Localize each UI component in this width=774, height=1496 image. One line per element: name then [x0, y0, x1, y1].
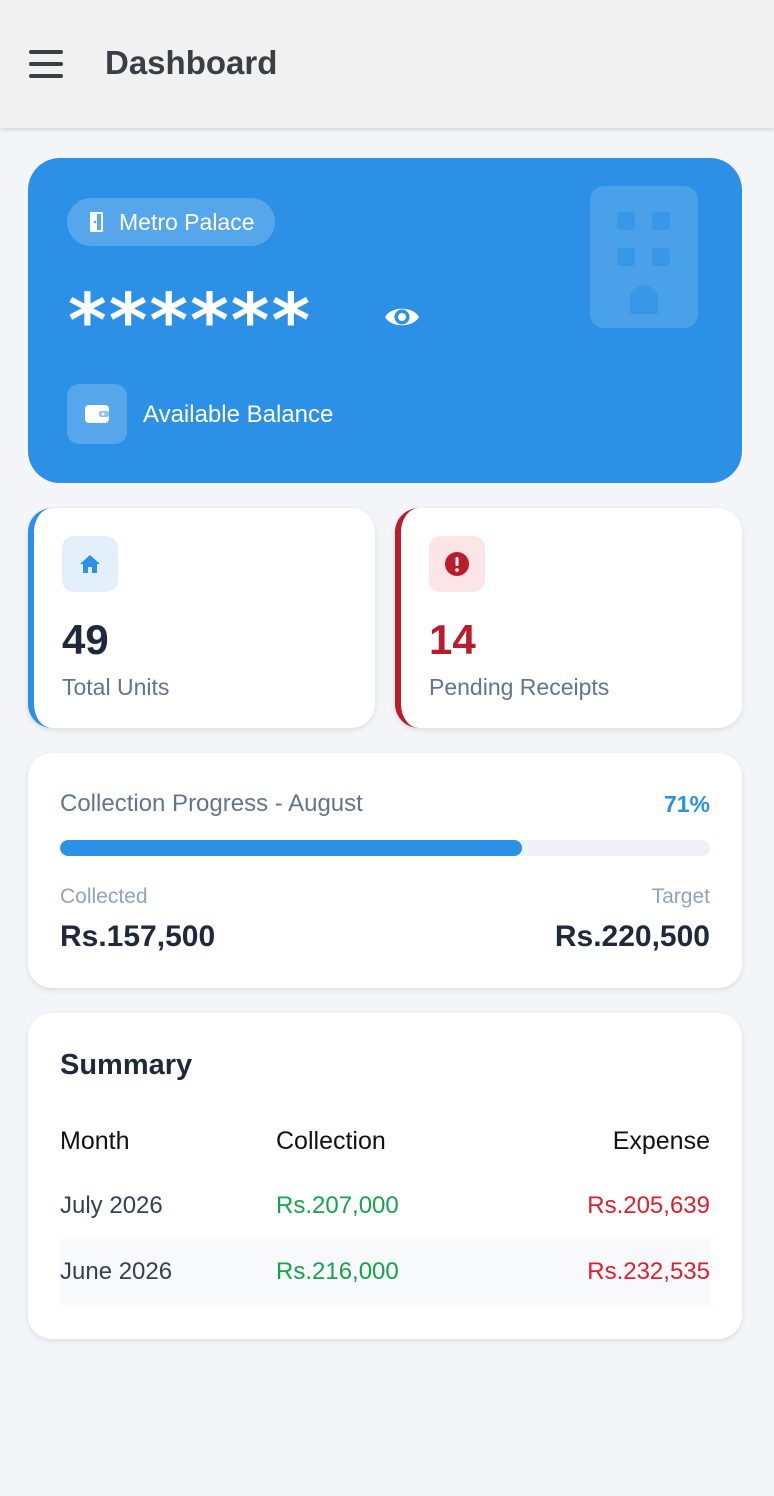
table-row[interactable]: July 2026 Rs.207,000 Rs.205,639 — [60, 1173, 710, 1239]
progress-percent: 71% — [663, 791, 710, 817]
eye-icon[interactable] — [382, 297, 422, 337]
pending-receipts-label: Pending Receipts — [429, 674, 610, 700]
total-units-card[interactable]: 49 Total Units — [28, 508, 375, 728]
table-row[interactable]: June 2026 Rs.216,000 Rs.232,535 — [60, 1239, 710, 1305]
pending-receipts-card[interactable]: 14 Pending Receipts — [395, 508, 742, 728]
summary-title: Summary — [60, 1049, 193, 1081]
progress-bar — [60, 840, 710, 856]
building-icon — [590, 186, 698, 328]
column-header-month: Month — [60, 1126, 130, 1155]
collection-progress-card: Collection Progress - August 71% Collect… — [28, 753, 742, 988]
summary-card: Summary Month Collection Expense July 20… — [28, 1013, 742, 1339]
progress-title: Collection Progress - August — [60, 790, 363, 817]
property-name: Metro Palace — [119, 208, 255, 235]
total-units-value: 49 — [62, 616, 109, 663]
target-value: Rs.220,500 — [554, 920, 710, 953]
row-expense: Rs.232,535 — [587, 1258, 710, 1285]
app-bar: Dashboard — [0, 0, 774, 128]
collected-label: Collected — [60, 885, 148, 908]
row-expense: Rs.205,639 — [587, 1192, 710, 1219]
pending-receipts-value: 14 — [429, 616, 476, 663]
home-icon-box — [62, 536, 118, 592]
target-label: Target — [651, 885, 710, 908]
hamburger-menu-icon[interactable] — [29, 50, 63, 78]
row-month: July 2026 — [60, 1192, 163, 1219]
wallet-icon — [85, 405, 109, 423]
alert-icon-box — [429, 536, 485, 592]
collected-value: Rs.157,500 — [60, 920, 216, 953]
summary-table: Month Collection Expense July 2026 Rs.20… — [60, 1109, 710, 1305]
row-month: June 2026 — [60, 1258, 173, 1285]
column-header-expense: Expense — [612, 1126, 710, 1155]
wallet-icon-box — [67, 384, 127, 444]
row-collection: Rs.216,000 — [276, 1258, 399, 1285]
alert-circle-icon — [445, 552, 469, 576]
balance-card: Metro Palace ****** Available Balance — [28, 158, 742, 483]
masked-balance: ****** — [68, 278, 313, 364]
door-icon — [90, 212, 103, 232]
column-header-collection: Collection — [276, 1126, 386, 1155]
progress-bar-fill — [60, 840, 522, 856]
home-icon — [80, 555, 100, 573]
balance-label: Available Balance — [143, 401, 334, 428]
row-collection: Rs.207,000 — [276, 1192, 399, 1219]
page-title: Dashboard — [105, 44, 278, 81]
property-selector[interactable]: Metro Palace — [67, 198, 275, 246]
summary-header-row: Month Collection Expense — [60, 1109, 710, 1173]
total-units-label: Total Units — [62, 674, 170, 700]
